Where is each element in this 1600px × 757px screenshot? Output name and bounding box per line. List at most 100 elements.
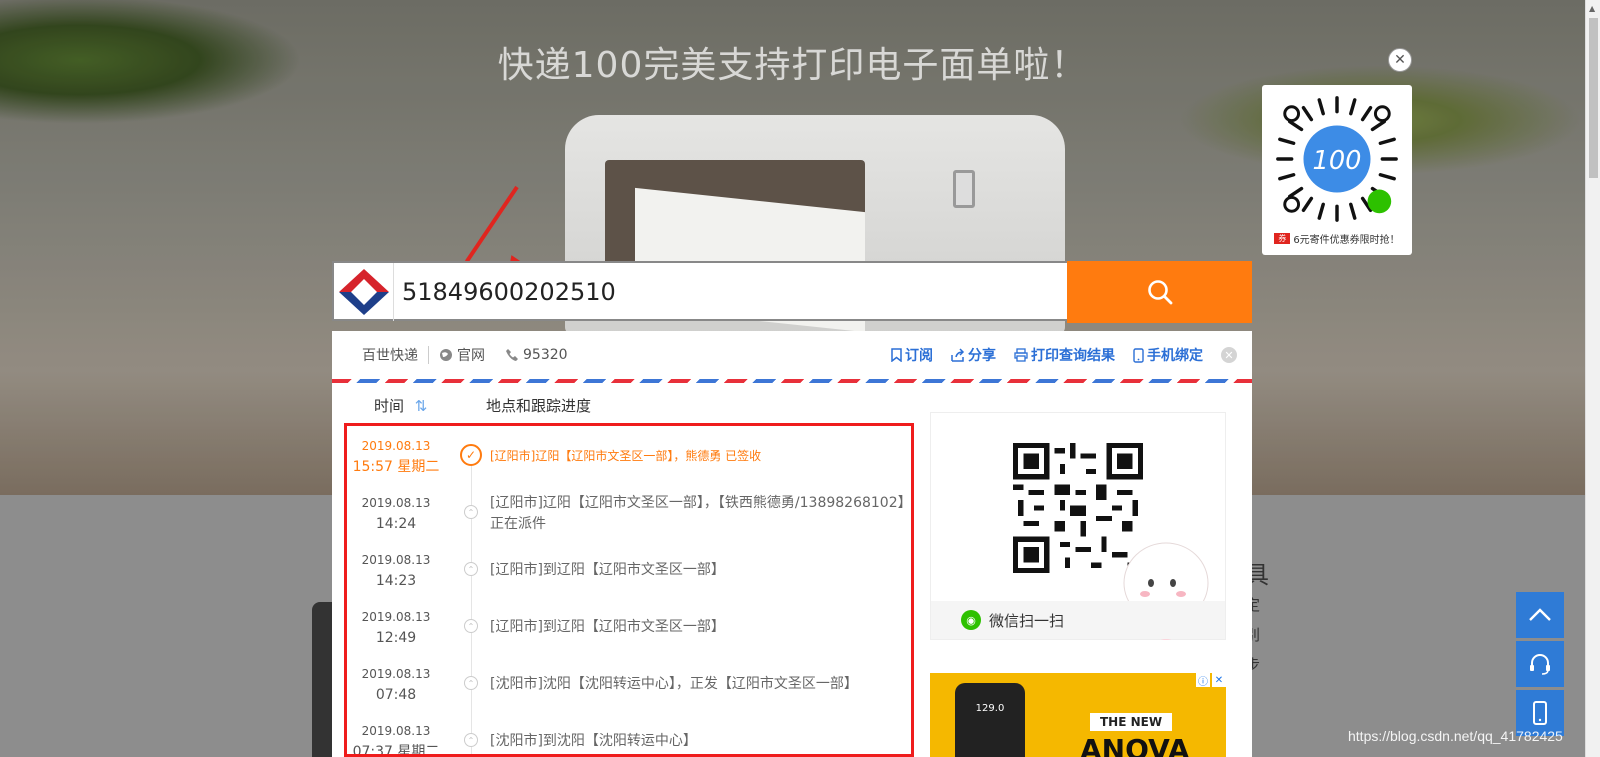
row-date: 2019.08.13 (361, 496, 431, 510)
ad-product-image: 129.0 (955, 683, 1025, 757)
row-time: 15:57 星期二 (352, 459, 440, 475)
row-message: [辽阳市]辽阳【辽阳市文圣区一部】，熊德勇 已签收 (490, 449, 762, 463)
tracking-timeline: 2019.08.13 15:57 星期二 ✓ [辽阳市]辽阳【辽阳市文圣区一部】… (344, 423, 914, 757)
time-column-header[interactable]: 时间 ⇅ (374, 395, 427, 416)
row-message: [沈阳市]沈阳【沈阳转运中心】，正发【辽阳市文圣区一部】 (490, 676, 858, 692)
row-time: 07:48 (375, 687, 417, 703)
carrier-logo[interactable] (334, 263, 394, 321)
subscribe-button[interactable]: 订阅 (891, 345, 933, 365)
row-time: 07:37 星期二 (352, 744, 440, 757)
carrier-name: 百世快递 (362, 348, 418, 364)
blog-watermark: https://blog.csdn.net/qq_41782425 (1348, 728, 1563, 744)
coupon-icon: 券 (1274, 233, 1291, 244)
official-site-link[interactable]: 官网 (439, 345, 485, 365)
share-button[interactable]: 分享 (951, 345, 996, 365)
phone-number: 95320 (505, 347, 568, 363)
coupon-promo-text: 6元寄件优惠券限时抢！ (1293, 235, 1400, 246)
phone-number-text: 95320 (523, 347, 568, 363)
row-timestamp: 2019.08.13 15:57 星期二 (347, 436, 445, 478)
row-timestamp: 2019.08.13 07:37 星期二 (347, 721, 445, 757)
timeline-row: 2019.08.13 14:23 ⌃ [辽阳市]到辽阳【辽阳市文圣区一部】 (347, 550, 911, 607)
wechat-scan-text: 微信扫一扫 (989, 611, 1065, 630)
check-icon: ✓ (460, 444, 482, 466)
official-site-label: 官网 (457, 348, 485, 364)
row-date: 2019.08.13 (361, 667, 431, 681)
ad-headline: THE NEW (1090, 713, 1173, 731)
page: 快递100完美支持打印电子面单啦！ 具 定 别 步 百世快递 (0, 0, 1600, 757)
globe-icon (440, 349, 452, 361)
result-toolbar: 百世快递 官网 95320 订阅 分享 打印查询结果 手机绑定 ✕ (332, 331, 1252, 379)
row-timestamp: 2019.08.13 14:23 (347, 550, 445, 592)
printer-icon (1014, 348, 1028, 362)
row-date: 2019.08.13 (361, 553, 431, 567)
chevron-up-icon: ⌃ (464, 676, 478, 690)
result-panel: 百世快递 官网 95320 订阅 分享 打印查询结果 手机绑定 ✕ 时间 ⇅ 地… (332, 331, 1252, 757)
print-results-button[interactable]: 打印查询结果 (1014, 345, 1115, 365)
row-time: 12:49 (375, 630, 417, 646)
ad-choices[interactable]: ⓘ ✕ (1196, 673, 1226, 688)
toolbar-actions: 订阅 分享 打印查询结果 手机绑定 ✕ (891, 331, 1237, 379)
chevron-up-icon: ⌃ (464, 733, 478, 747)
row-date: 2019.08.13 (361, 724, 431, 738)
sort-icon[interactable]: ⇅ (415, 397, 428, 415)
chevron-up-icon: ⌃ (464, 619, 478, 633)
ad-close-icon[interactable]: ✕ (1212, 673, 1226, 687)
search-icon (1147, 280, 1172, 305)
mobile-icon (1133, 347, 1144, 363)
tracking-number-input[interactable] (402, 263, 992, 321)
miniprogram-popup[interactable]: 100 券 6元寄件优惠券限时抢！ (1262, 85, 1412, 255)
chevron-up-icon: ⌃ (464, 562, 478, 576)
chevron-up-icon (1529, 608, 1551, 621)
close-result-icon[interactable]: ✕ (1221, 347, 1237, 363)
best-express-logo-icon (338, 269, 389, 315)
scrollbar-thumb[interactable] (1589, 18, 1598, 178)
hero-headline: 快递100完美支持打印电子面单啦！ (497, 45, 1088, 86)
printer-button (953, 170, 975, 208)
wechat-scan-footer: ◉ 微信扫一扫 (931, 601, 1225, 639)
row-timestamp: 2019.08.13 12:49 (347, 607, 445, 649)
ad-product-display: 129.0 (975, 703, 1005, 714)
share-label: 分享 (968, 348, 996, 364)
row-date: 2019.08.13 (361, 439, 431, 453)
ad-brand: ANOVA (1080, 733, 1190, 757)
row-time: 14:23 (375, 573, 417, 589)
timeline-row: 2019.08.13 07:48 ⌃ [沈阳市]沈阳【沈阳转运中心】，正发【辽阳… (347, 664, 911, 721)
row-timestamp: 2019.08.13 07:48 (347, 664, 445, 706)
tracking-search-bar (332, 261, 1252, 323)
dark-card (312, 602, 332, 757)
scroll-up-icon[interactable]: ▲ (1589, 4, 1595, 13)
row-message: [辽阳市]到辽阳【辽阳市文圣区一部】 (490, 562, 725, 578)
timeline-row: 2019.08.13 07:37 星期二 ⌃ [沈阳市]到沈阳【沈阳转运中心】 (347, 721, 911, 757)
row-message: [沈阳市]到沈阳【沈阳转运中心】 (490, 733, 697, 749)
miniprogram-code-image: 100 (1276, 96, 1398, 222)
bookmark-icon (891, 348, 902, 362)
wechat-icon: ◉ (961, 610, 981, 630)
bind-phone-button[interactable]: 手机绑定 (1133, 345, 1203, 365)
share-icon (951, 348, 965, 362)
subscribe-label: 订阅 (905, 348, 933, 364)
mobile-icon (1533, 701, 1547, 725)
row-timestamp: 2019.08.13 14:24 (347, 493, 445, 535)
page-scrollbar[interactable]: ▲ (1585, 0, 1600, 757)
advertisement[interactable]: 129.0 THE NEW ANOVA ⓘ ✕ (930, 673, 1226, 757)
row-message: [辽阳市]到辽阳【辽阳市文圣区一部】 (490, 619, 725, 635)
timeline-row: 2019.08.13 12:49 ⌃ [辽阳市]到辽阳【辽阳市文圣区一部】 (347, 607, 911, 664)
bind-phone-label: 手机绑定 (1147, 348, 1203, 364)
divider (428, 346, 429, 364)
coupon-promo: 券 6元寄件优惠券限时抢！ (1262, 231, 1412, 246)
customer-service-button[interactable] (1516, 641, 1564, 687)
back-to-top-button[interactable] (1516, 592, 1564, 638)
chevron-up-icon: ⌃ (464, 505, 478, 519)
progress-column-header: 地点和跟踪进度 (486, 396, 592, 415)
phone-icon (506, 349, 518, 361)
headset-icon (1530, 654, 1550, 675)
time-header-label: 时间 (374, 396, 405, 415)
popup-close-icon[interactable]: ✕ (1388, 48, 1412, 72)
row-message: [辽阳市]辽阳【辽阳市文圣区一部】，【铁西熊德勇/13898268102】正在派… (490, 495, 912, 532)
ad-info-icon[interactable]: ⓘ (1196, 673, 1210, 688)
search-button[interactable] (1067, 261, 1252, 323)
wechat-qr-panel: ◉ 微信扫一扫 (930, 412, 1226, 640)
print-results-label: 打印查询结果 (1031, 348, 1115, 364)
row-time: 14:24 (375, 516, 417, 532)
row-date: 2019.08.13 (361, 610, 431, 624)
